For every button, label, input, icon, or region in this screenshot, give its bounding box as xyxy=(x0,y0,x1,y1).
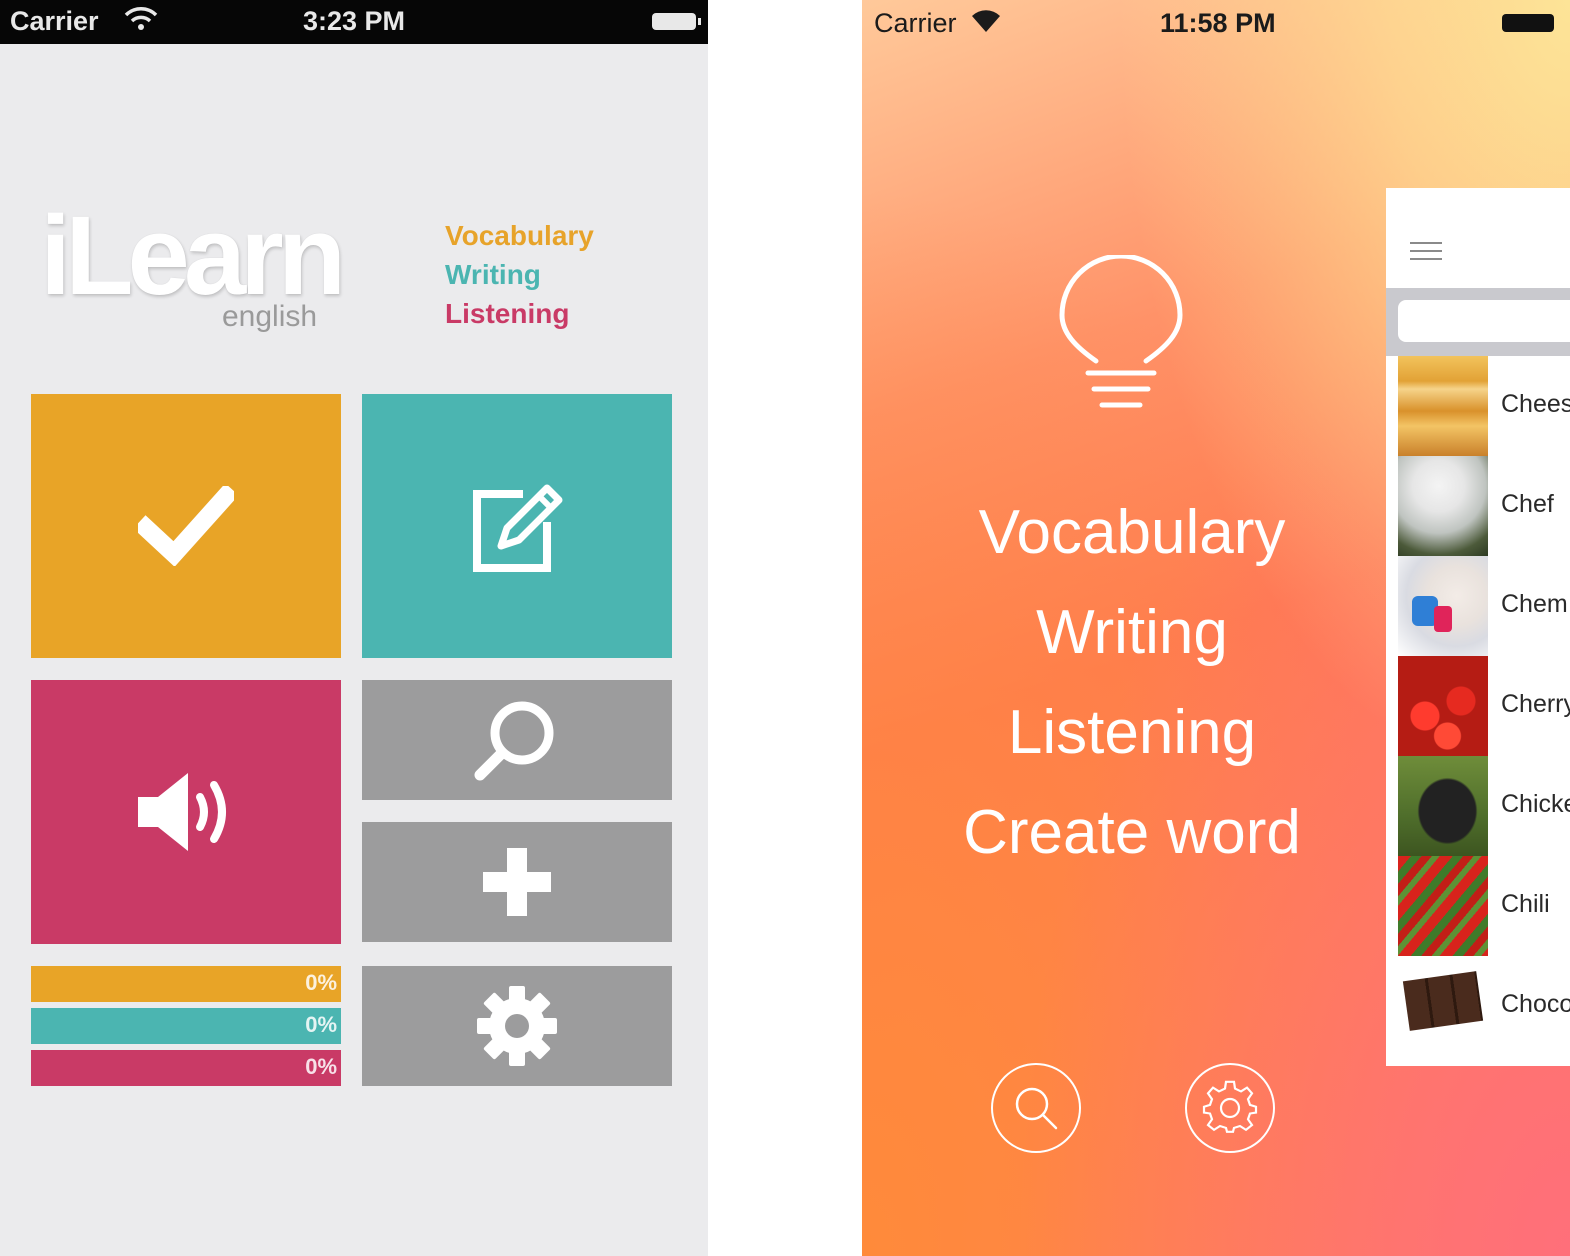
search-icon xyxy=(1015,1087,1058,1130)
menu-item-writing[interactable]: Writing xyxy=(882,602,1382,664)
listening-tile[interactable] xyxy=(31,680,341,944)
ilearn-home-screen: Carrier 3:23 PM iLearn english Vocabular… xyxy=(0,0,708,1256)
wifi-icon xyxy=(972,10,1000,32)
settings-tile[interactable] xyxy=(362,966,672,1086)
list-item[interactable]: Chicke xyxy=(1386,756,1570,856)
list-item[interactable]: Cherry xyxy=(1386,656,1570,756)
word-label: Cherry xyxy=(1501,690,1570,718)
chili-thumbnail xyxy=(1398,856,1488,956)
chef-thumbnail xyxy=(1398,456,1488,556)
battery-icon xyxy=(1502,14,1554,32)
vocabulary-progress-bar: 0% xyxy=(31,966,341,1002)
menu-item-create-word[interactable]: Create word xyxy=(882,802,1382,864)
speaker-icon xyxy=(138,773,226,851)
carrier-label: Carrier xyxy=(874,8,957,38)
gear-icon xyxy=(477,986,557,1066)
list-item[interactable]: Chef xyxy=(1386,456,1570,556)
list-item[interactable]: Choco xyxy=(1386,956,1570,1056)
list-item[interactable]: Chees xyxy=(1386,356,1570,456)
status-bar: Carrier 11:58 PM xyxy=(862,0,1570,44)
clock: 11:58 PM xyxy=(1160,8,1276,38)
list-item[interactable]: Chili xyxy=(1386,856,1570,956)
vocabulary-tile[interactable] xyxy=(31,394,341,658)
cheese-thumbnail xyxy=(1398,356,1488,456)
chicken-thumbnail xyxy=(1398,756,1488,856)
app-logo-subtitle: english xyxy=(222,300,318,333)
battery-icon xyxy=(652,13,701,30)
search-bar xyxy=(1386,288,1570,356)
word-label: Chili xyxy=(1501,890,1550,918)
legend-vocabulary: Vocabulary xyxy=(445,220,594,251)
checkmark-icon xyxy=(138,486,234,566)
chocolate-thumbnail xyxy=(1398,956,1488,1056)
gear-icon xyxy=(1202,1080,1258,1133)
writing-progress-label: 0% xyxy=(305,1012,337,1037)
add-word-tile[interactable] xyxy=(362,822,672,942)
listening-progress-bar: 0% xyxy=(31,1050,341,1086)
settings-button[interactable] xyxy=(1185,1063,1275,1153)
search-button[interactable] xyxy=(991,1063,1081,1153)
app-logo-title: iLearn xyxy=(40,193,346,318)
search-icon xyxy=(474,701,554,781)
writing-tile[interactable] xyxy=(362,394,672,658)
hamburger-icon[interactable] xyxy=(1410,242,1442,262)
word-label: Chem xyxy=(1501,590,1568,618)
word-list-panel: Chees Chef Chem Cherry Chicke Chili Choc… xyxy=(1386,188,1570,1066)
lightbulb-icon xyxy=(1059,255,1183,408)
cherry-thumbnail xyxy=(1398,656,1488,756)
writing-progress-bar: 0% xyxy=(31,1008,341,1044)
status-bar: Carrier 3:23 PM xyxy=(0,0,708,44)
legend-writing: Writing xyxy=(445,259,541,290)
edit-icon xyxy=(473,484,563,572)
word-label: Chees xyxy=(1501,390,1570,418)
chemist-thumbnail xyxy=(1398,556,1488,656)
side-menu-screen: Carrier 11:58 PM Vocabulary Writing List… xyxy=(862,0,1570,1256)
legend-listening: Listening xyxy=(445,298,570,329)
search-tile[interactable] xyxy=(362,680,672,800)
vocabulary-progress-label: 0% xyxy=(305,970,337,995)
plus-icon xyxy=(483,848,551,916)
search-input[interactable] xyxy=(1398,300,1570,342)
menu-item-vocabulary[interactable]: Vocabulary xyxy=(882,502,1382,564)
word-label: Choco xyxy=(1501,990,1570,1018)
list-item[interactable]: Chem xyxy=(1386,556,1570,656)
word-label: Chicke xyxy=(1501,790,1570,818)
clock: 3:23 PM xyxy=(302,6,406,36)
listening-progress-label: 0% xyxy=(305,1054,337,1079)
menu-item-listening[interactable]: Listening xyxy=(882,702,1382,764)
word-label: Chef xyxy=(1501,490,1554,518)
